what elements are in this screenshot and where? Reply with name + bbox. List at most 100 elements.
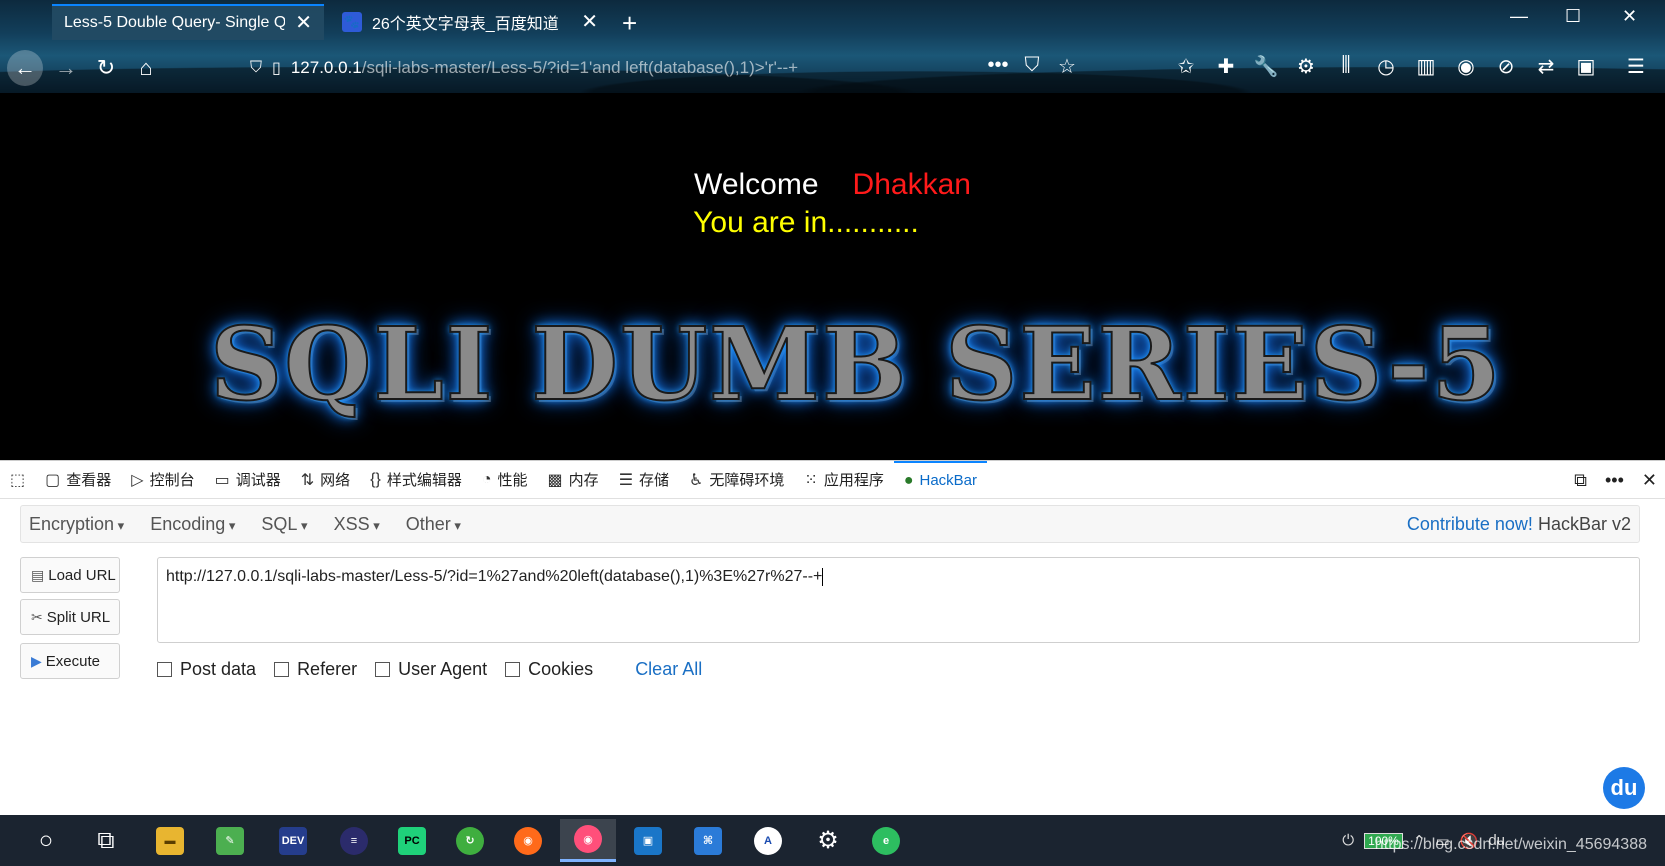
- tab-baidu[interactable]: 🐾 26个英文字母表_百度知道 ✕: [330, 4, 610, 40]
- menu-encryption[interactable]: Encryption: [21, 514, 132, 535]
- split-url-button[interactable]: ✂ Split URL: [20, 599, 120, 635]
- home-button[interactable]: ⌂: [128, 50, 164, 86]
- close-icon[interactable]: ✕: [295, 13, 312, 33]
- account-icon[interactable]: ◉: [1452, 54, 1480, 79]
- checkbox[interactable]: [274, 662, 290, 677]
- blocker-icon[interactable]: ⊘: [1492, 54, 1520, 79]
- star-icon[interactable]: ☆: [1053, 54, 1081, 79]
- tab-hackbar[interactable]: ● HackBar: [893, 460, 988, 499]
- element-picker-button[interactable]: ⬚: [0, 461, 35, 499]
- puzzle-icon[interactable]: ✚: [1212, 54, 1240, 79]
- tab-debugger[interactable]: ▭ 调试器: [205, 461, 291, 499]
- tab-application[interactable]: ⁙ 应用程序: [794, 461, 893, 499]
- devcpp-icon[interactable]: DEV: [265, 819, 321, 862]
- tab-memory[interactable]: ▩ 内存: [538, 461, 609, 499]
- more-icon[interactable]: •••: [1605, 470, 1624, 491]
- option-referer[interactable]: Referer: [274, 659, 357, 680]
- close-window-button[interactable]: ✕: [1622, 6, 1637, 27]
- shield-icon[interactable]: ⛉: [250, 59, 262, 77]
- tab-less5[interactable]: Less-5 Double Query- Single Qu ✕: [52, 4, 324, 40]
- arrow-right-icon: →: [55, 55, 77, 80]
- plug-icon[interactable]: ⏻: [1342, 832, 1354, 849]
- execute-button[interactable]: ▶ Execute: [20, 643, 120, 679]
- menu-sql[interactable]: SQL: [253, 514, 315, 535]
- firefox-dev-icon[interactable]: ◉: [560, 819, 616, 862]
- vmware-icon[interactable]: ▣: [620, 819, 676, 862]
- sidebar-icon[interactable]: ▥: [1412, 54, 1440, 79]
- option-label: Referer: [297, 659, 358, 679]
- url-bar[interactable]: ⛉ ▯ 127.0.0.1/sqli-labs-master/Less-5/?i…: [250, 52, 890, 84]
- close-icon[interactable]: ✕: [581, 12, 598, 32]
- evernote-icon[interactable]: e: [858, 819, 914, 862]
- update-icon[interactable]: ↻: [442, 819, 498, 862]
- close-icon[interactable]: ✕: [1642, 470, 1657, 491]
- more-icon[interactable]: •••: [984, 54, 1012, 77]
- option-label: Cookies: [528, 659, 594, 679]
- back-button[interactable]: ←: [7, 50, 43, 86]
- clear-all-link[interactable]: Clear All: [635, 659, 702, 680]
- new-tab-button[interactable]: +: [622, 8, 637, 39]
- tab-label: 内存: [568, 472, 599, 489]
- tab-strip: Less-5 Double Query- Single Qu ✕ 🐾 26个英文…: [0, 0, 1665, 44]
- gear-icon[interactable]: ⚙: [1292, 54, 1320, 79]
- welcome-text: Welcome: [694, 168, 819, 201]
- button-label: Execute: [45, 652, 100, 670]
- checkbox[interactable]: [375, 662, 391, 677]
- library-icon[interactable]: ⫼: [1332, 54, 1360, 77]
- menu-icon[interactable]: ☰: [1622, 54, 1650, 79]
- minimize-button[interactable]: —: [1510, 6, 1528, 27]
- tab-console[interactable]: ▷ 控制台: [121, 461, 204, 499]
- checkbox[interactable]: [505, 662, 521, 677]
- menu-xss[interactable]: XSS: [326, 514, 388, 535]
- inspector-icon: ▢: [45, 471, 61, 489]
- tab-style-editor[interactable]: {} 样式编辑器: [360, 461, 472, 499]
- bookmark-star-icon[interactable]: ✩: [1172, 54, 1200, 79]
- clock-icon[interactable]: ◷: [1372, 54, 1400, 79]
- tab-label: 样式编辑器: [386, 472, 462, 489]
- tab-storage[interactable]: ☰ 存储: [609, 461, 679, 499]
- option-label: User Agent: [398, 659, 488, 679]
- forward-button[interactable]: →: [48, 50, 84, 86]
- url-text[interactable]: 127.0.0.1/sqli-labs-master/Less-5/?id=1'…: [291, 58, 798, 78]
- tab-label: 存储: [639, 472, 670, 489]
- menu-encoding[interactable]: Encoding: [142, 514, 243, 535]
- hackbar-options: Post data Referer User Agent Cookies Cle…: [157, 659, 702, 680]
- image-editor-icon[interactable]: ✎: [202, 819, 258, 862]
- eclipse-icon[interactable]: ≡: [326, 819, 382, 862]
- url-host: 127.0.0.1: [290, 58, 362, 77]
- wrench-icon[interactable]: 🔧: [1252, 54, 1280, 79]
- pocket-icon[interactable]: ⛉: [1018, 54, 1046, 77]
- pycharm-icon[interactable]: PC: [384, 819, 440, 862]
- gear-icon[interactable]: ⚙: [800, 819, 856, 862]
- contribute-link[interactable]: Contribute now!: [1407, 514, 1533, 534]
- baidu-du-icon[interactable]: du: [1603, 767, 1645, 809]
- mask-icon[interactable]: ▣: [1572, 54, 1600, 79]
- menu-other[interactable]: Other: [398, 514, 469, 535]
- vscode-icon[interactable]: ⌘: [680, 819, 736, 862]
- tab-inspector[interactable]: ▢ 查看器: [35, 461, 121, 499]
- dock-icon[interactable]: ⧉: [1574, 470, 1587, 491]
- hackbar-url-input[interactable]: http://127.0.0.1/sqli-labs-master/Less-5…: [157, 557, 1640, 643]
- nav-bar: ← → ↻ ⌂ ⛉ ▯ 127.0.0.1/sqli-labs-master/L…: [0, 44, 1665, 93]
- tab-accessibility[interactable]: ♿ 无障碍环境: [679, 461, 794, 499]
- style-editor-icon: {}: [370, 470, 381, 488]
- search-circle-icon[interactable]: ○: [18, 819, 74, 862]
- sync-icon[interactable]: ⇄: [1532, 54, 1560, 79]
- firefox-icon[interactable]: ◉: [500, 819, 556, 862]
- contribute-area: Contribute now! HackBar v2: [1407, 514, 1631, 535]
- file-explorer-icon[interactable]: ▬: [142, 819, 198, 862]
- checkbox[interactable]: [157, 662, 172, 677]
- avengers-icon[interactable]: A: [740, 819, 796, 862]
- task-view-icon[interactable]: ⧉: [78, 819, 134, 862]
- load-url-button[interactable]: ▤ Load URL: [20, 557, 120, 593]
- tab-label: 无障碍环境: [709, 472, 785, 489]
- maximize-button[interactable]: ☐: [1565, 6, 1581, 27]
- option-user-agent[interactable]: User Agent: [375, 659, 487, 680]
- tab-network[interactable]: ⇅ 网络: [291, 461, 360, 499]
- devtools-panel: ⬚ ▢ 查看器 ▷ 控制台 ▭ 调试器 ⇅ 网络 {} 样式编辑器 ◔ 性能 ▩ 内存 ☰ 存储…: [0, 460, 1665, 815]
- option-label: Post data: [180, 659, 257, 679]
- option-post-data[interactable]: Post data: [157, 659, 256, 680]
- tab-performance[interactable]: ◔ 性能: [472, 461, 538, 499]
- option-cookies[interactable]: Cookies: [505, 659, 593, 680]
- reload-button[interactable]: ↻: [88, 50, 124, 86]
